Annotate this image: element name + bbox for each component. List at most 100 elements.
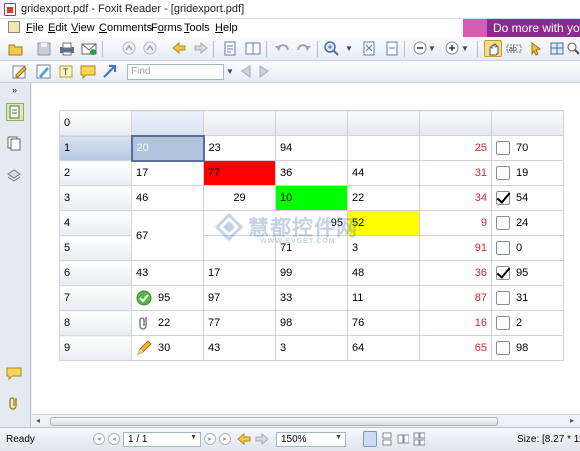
row-header-cell[interactable]: 2 — [59, 160, 132, 186]
zoom-tool-icon[interactable] — [323, 40, 341, 57]
menu-forms[interactable]: Forms — [151, 22, 182, 34]
table-cell[interactable]: 76 — [347, 310, 420, 336]
pdf-edit-icon[interactable] — [11, 63, 29, 80]
highlight-icon[interactable] — [35, 63, 53, 80]
table-cell[interactable]: 94 — [275, 135, 348, 161]
typewriter-icon[interactable]: T — [57, 63, 75, 80]
single-page-view-icon[interactable] — [363, 431, 377, 447]
forward-arrow-icon[interactable] — [192, 40, 210, 57]
table-cell[interactable]: 46 — [131, 185, 204, 211]
previous-page-icon[interactable] — [141, 40, 159, 57]
checkbox-cell[interactable]: 19 — [491, 160, 564, 186]
checkbox-unchecked[interactable] — [496, 341, 510, 355]
table-cell[interactable]: 17 — [203, 260, 276, 286]
menu-file[interactable]: File — [26, 22, 44, 34]
row-header-cell[interactable]: 7 — [59, 285, 132, 311]
row-header-cell[interactable]: 8 — [59, 310, 132, 336]
save-icon[interactable] — [35, 40, 53, 57]
table-cell[interactable]: 29 — [203, 185, 276, 211]
checkbox-unchecked[interactable] — [496, 291, 510, 305]
table-cell[interactable]: 17 — [131, 160, 204, 186]
checkbox-cell[interactable]: 98 — [491, 335, 564, 361]
table-cell[interactable]: 33 — [275, 285, 348, 311]
row-header-cell[interactable]: 3 — [59, 185, 132, 211]
menu-edit[interactable]: Edit — [48, 22, 67, 34]
status-forward-icon[interactable] — [254, 431, 270, 447]
table-cell[interactable]: 48 — [347, 260, 420, 286]
checkbox-unchecked[interactable] — [496, 166, 510, 180]
select-annotation-icon[interactable] — [527, 40, 545, 57]
row-header-cell[interactable]: 9 — [59, 335, 132, 361]
table-cell[interactable]: 77 — [203, 160, 276, 186]
table-cell[interactable]: 64 — [347, 335, 420, 361]
print-icon[interactable] — [58, 40, 76, 57]
table-cell[interactable]: 11 — [347, 285, 420, 311]
checkbox-cell[interactable]: 54 — [491, 185, 564, 211]
row-header-cell[interactable]: 1 — [59, 135, 132, 161]
table-cell[interactable] — [203, 210, 276, 236]
merged-cell[interactable]: 67 — [131, 210, 204, 261]
numeric-cell[interactable]: 16 — [419, 310, 492, 336]
table-cell[interactable]: 22 — [347, 185, 420, 211]
table-cell[interactable]: 30 — [131, 335, 204, 361]
checkbox-unchecked[interactable] — [496, 216, 510, 230]
find-previous-icon[interactable] — [237, 63, 255, 80]
table-cell[interactable]: 71 — [275, 235, 348, 261]
zoom-dropdown-icon[interactable]: ▼ — [428, 41, 436, 57]
find-next-icon[interactable] — [255, 63, 273, 80]
table-cell[interactable]: 22 — [131, 310, 204, 336]
undo-icon[interactable] — [273, 40, 291, 57]
checkbox-checked[interactable] — [496, 266, 510, 280]
find-input[interactable]: Find — [127, 64, 224, 80]
checkbox-unchecked[interactable] — [496, 241, 510, 255]
menu-help[interactable]: Help — [215, 22, 238, 34]
table-cell[interactable]: 20 — [130, 134, 205, 162]
numeric-cell[interactable]: 87 — [419, 285, 492, 311]
scroll-right-icon[interactable]: ▸ — [570, 416, 574, 425]
table-cell[interactable]: 43 — [203, 335, 276, 361]
arrow-tool-icon[interactable] — [101, 63, 119, 80]
checkbox-checked[interactable] — [496, 191, 510, 205]
table-cell[interactable]: 43 — [131, 260, 204, 286]
numeric-cell[interactable]: 31 — [419, 160, 492, 186]
row-header-cell[interactable]: 4 — [59, 210, 132, 236]
magnifier-icon[interactable] — [565, 40, 580, 57]
comments-panel-icon[interactable] — [6, 365, 24, 383]
table-cell[interactable]: 44 — [347, 160, 420, 186]
document-menu-icon[interactable] — [8, 21, 20, 33]
status-next-page-icon[interactable]: ▸ — [204, 433, 216, 445]
note-icon[interactable] — [79, 63, 97, 80]
table-cell[interactable]: 98 — [275, 310, 348, 336]
checkbox-cell[interactable]: 0 — [491, 235, 564, 261]
page-number-field[interactable]: 1 / 1 ▼ — [123, 432, 201, 447]
status-back-icon[interactable] — [236, 431, 252, 447]
horizontal-scrollbar[interactable]: ◂ ▸ — [32, 414, 580, 427]
table-cell[interactable]: 99 — [275, 260, 348, 286]
table-cell[interactable]: 23 — [203, 135, 276, 161]
hand-tool-icon[interactable] — [484, 40, 502, 57]
table-cell[interactable]: 77 — [203, 310, 276, 336]
zoom-level-field[interactable]: 150% ▼ — [276, 432, 346, 447]
table-cell[interactable]: 97 — [203, 285, 276, 311]
checkbox-cell[interactable]: 31 — [491, 285, 564, 311]
menu-view[interactable]: View — [71, 22, 95, 34]
row-header-cell[interactable]: 5 — [59, 235, 132, 261]
table-cell[interactable]: 3 — [347, 235, 420, 261]
checkbox-cell[interactable]: 70 — [491, 135, 564, 161]
table-cell[interactable]: 10 — [275, 185, 348, 211]
numeric-cell[interactable]: 25 — [419, 135, 492, 161]
table-cell[interactable]: 3 — [275, 335, 348, 361]
facing-pages-icon[interactable] — [244, 40, 262, 57]
find-dropdown-icon[interactable]: ▼ — [226, 64, 234, 80]
redo-icon[interactable] — [295, 40, 313, 57]
fit-width-icon[interactable] — [383, 40, 401, 57]
back-arrow-icon[interactable] — [170, 40, 188, 57]
select-text-icon[interactable]: ab — [505, 40, 523, 57]
menu-tools[interactable]: Tools — [184, 22, 210, 34]
table-cell[interactable]: 95 — [131, 285, 204, 311]
email-icon[interactable] — [80, 40, 98, 57]
checkbox-cell[interactable]: 95 — [491, 260, 564, 286]
first-page-icon[interactable] — [120, 40, 138, 57]
scrollbar-thumb[interactable] — [50, 417, 498, 426]
scroll-left-icon[interactable]: ◂ — [36, 416, 40, 425]
